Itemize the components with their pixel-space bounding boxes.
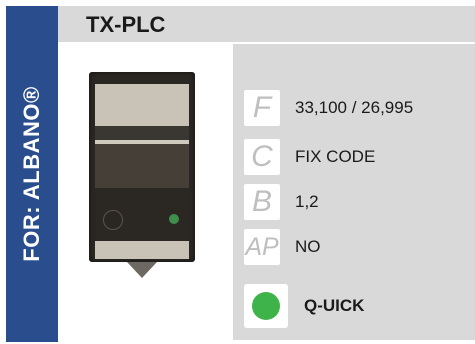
spec-row-frequency: F 33,100 / 26,995 <box>233 90 475 126</box>
spec-row-buttons: B 1,2 <box>233 184 475 220</box>
spec-row-code: C FIX CODE <box>233 139 475 175</box>
spec-letter-box: F <box>244 90 280 126</box>
spec-letter-box: B <box>244 184 280 220</box>
remote-top-band <box>95 84 189 126</box>
brand-side-tab: FOR: ALBANO® <box>6 6 58 342</box>
remote-led <box>169 214 179 224</box>
spec-letter-box: C <box>244 139 280 175</box>
remote-photo <box>89 72 195 278</box>
quick-label: Q-UICK <box>304 296 365 315</box>
spec-row-ap: AP NO <box>233 229 475 265</box>
spec-value: FIX CODE <box>295 147 376 166</box>
title-bar: TX-PLC <box>58 6 475 42</box>
page-title: TX-PLC <box>86 12 166 37</box>
remote-bottom-band <box>95 241 189 259</box>
remote-dark-band <box>95 126 189 140</box>
spec-value: 33,100 / 26,995 <box>295 98 414 117</box>
spec-value: NO <box>295 237 321 256</box>
spec-value: 1,2 <box>295 192 319 211</box>
remote-arrow-icon <box>127 262 157 278</box>
green-status-dot-icon <box>252 292 280 320</box>
remote-button <box>103 210 123 230</box>
brand-label: FOR: ALBANO® <box>19 86 44 262</box>
spec-letter-box: AP <box>244 229 280 265</box>
quick-indicator-box <box>244 284 288 328</box>
remote-panel <box>95 144 189 188</box>
